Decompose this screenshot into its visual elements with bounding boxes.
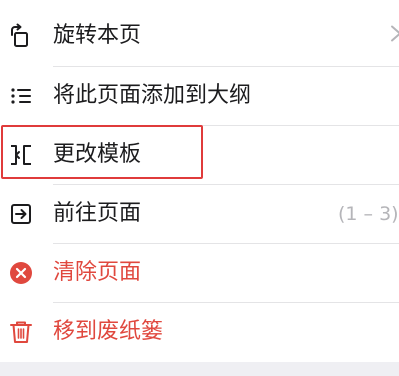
rotate-page-icon [8,23,34,49]
chevron-right-icon [389,23,399,48]
menu-item-label: 前往页面 [53,200,142,226]
menu-item-label: 移到废纸篓 [53,318,164,344]
trash-icon [8,319,34,345]
menu-item-label: 旋转本页 [53,22,142,48]
menu-item-clear-page[interactable]: 清除页面 [0,243,399,302]
clear-page-icon [8,260,34,286]
outline-list-icon [8,83,34,109]
menu-item-move-to-trash[interactable]: 移到废纸篓 [0,302,399,361]
menu-item-label: 清除页面 [53,259,142,285]
menu-item-go-to-page[interactable]: 前往页面 (1 – 3) [0,184,399,243]
page-options-menu: 旋转本页 将此页面添加到大纲 更改模板 前往页面 (1 – 3) 清除页面 移到… [0,0,399,362]
go-to-page-icon [8,201,34,227]
highlight-box [1,125,203,179]
page-range-text: (1 – 3) [338,202,399,225]
menu-item-label: 将此页面添加到大纲 [53,82,252,108]
menu-item-add-to-outline[interactable]: 将此页面添加到大纲 [0,66,399,125]
menu-bottom-edge [0,362,399,376]
menu-item-rotate-page[interactable]: 旋转本页 [0,6,399,65]
